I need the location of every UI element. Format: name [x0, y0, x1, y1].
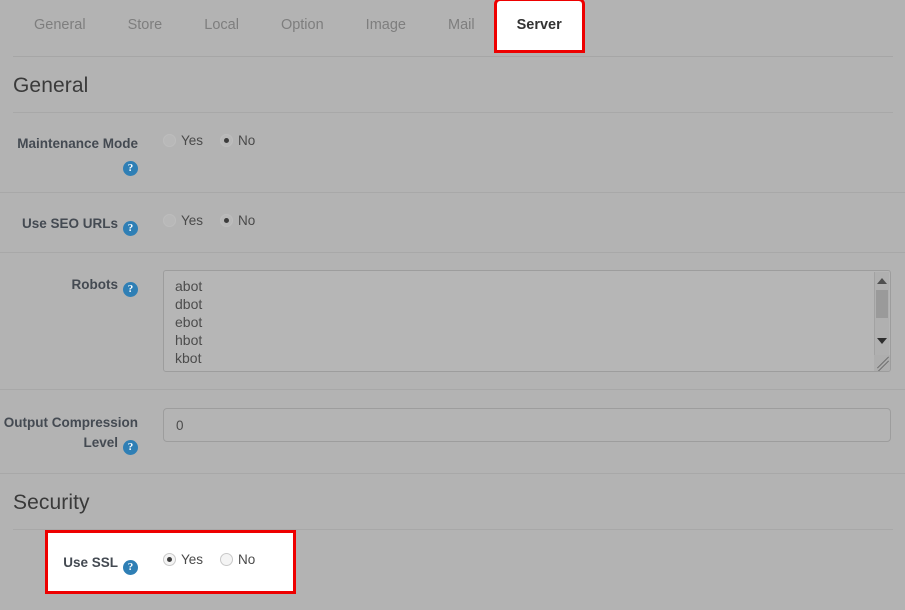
radio-label: No: [238, 133, 256, 148]
settings-tabs: General Store Local Option Image Mail Se…: [0, 0, 905, 57]
label-robots: Robots?: [0, 270, 138, 297]
field-output-compression-level: [138, 408, 905, 442]
label-use-ssl: Use SSL?: [0, 548, 138, 575]
tab-mail[interactable]: Mail: [427, 0, 496, 51]
help-icon-maintenance-mode[interactable]: ?: [123, 161, 138, 176]
radio-group-use-seo-urls: Yes No: [163, 209, 891, 228]
field-robots: abot dbot ebot hbot kbot lbot: [138, 270, 905, 372]
radio-mark-icon: [220, 214, 234, 227]
output-compression-level-input[interactable]: [163, 408, 891, 442]
radio-use-ssl-no[interactable]: No: [220, 552, 255, 567]
label-maintenance-mode: Maintenance Mode?: [0, 129, 138, 176]
radio-group-use-ssl: Yes No: [163, 548, 255, 567]
label-use-seo-urls: Use SEO URLs?: [0, 209, 138, 236]
section-heading-security: Security: [13, 491, 893, 530]
help-icon-use-ssl[interactable]: ?: [123, 560, 138, 575]
radio-mark-icon: [163, 553, 176, 566]
radio-label: Yes: [181, 552, 204, 567]
label-use-ssl-text: Use SSL: [63, 555, 118, 570]
tab-store[interactable]: Store: [107, 0, 184, 51]
section-heading-general: General: [13, 74, 893, 113]
help-icon-robots[interactable]: ?: [123, 282, 138, 297]
radio-maintenance-mode-yes[interactable]: Yes: [163, 133, 203, 148]
tab-option[interactable]: Option: [260, 0, 345, 51]
radio-group-maintenance-mode: Yes No: [163, 129, 891, 148]
field-use-seo-urls: Yes No: [138, 209, 905, 228]
tab-server[interactable]: Server: [493, 0, 585, 53]
scrollbar-thumb[interactable]: [876, 290, 888, 318]
radio-mark-icon: [163, 214, 176, 227]
general-form: Maintenance Mode? Yes No Use SEO URLs ? …: [0, 113, 905, 474]
security-form: Use SSL? Yes No: [0, 530, 905, 594]
help-icon-use-seo-urls[interactable]: ?: [123, 221, 138, 236]
radio-label: Yes: [181, 133, 204, 148]
row-maintenance-mode: Maintenance Mode? Yes No: [0, 113, 905, 193]
label-output-compression-level: Output Compression Level?: [0, 408, 138, 455]
row-use-seo-urls: Use SEO URLs? Yes No: [0, 193, 905, 253]
radio-mark-icon: [220, 553, 234, 566]
help-icon-output-compression-level[interactable]: ?: [123, 440, 138, 455]
radio-label: Yes: [181, 213, 204, 228]
radio-use-seo-urls-yes[interactable]: Yes: [163, 213, 203, 228]
radio-mark-icon: [163, 134, 176, 147]
radio-maintenance-mode-no[interactable]: No: [220, 133, 255, 148]
field-maintenance-mode: Yes No: [138, 129, 905, 148]
radio-label: No: [238, 552, 256, 567]
row-robots: Robots? abot dbot ebot hbot kbot lbot: [0, 253, 905, 390]
resize-grip-icon[interactable]: [874, 355, 890, 371]
scroll-up-arrow-icon[interactable]: [875, 274, 889, 288]
radio-mark-icon: [220, 134, 234, 147]
label-robots-text: Robots: [71, 277, 119, 292]
row-use-ssl: Use SSL? Yes No: [0, 530, 905, 594]
radio-use-ssl-yes[interactable]: Yes: [163, 552, 203, 567]
label-output-compression-level-text: Output Compression Level: [3, 415, 138, 450]
radio-use-seo-urls-no[interactable]: No: [220, 213, 255, 228]
row-output-compression-level: Output Compression Level?: [0, 390, 905, 474]
radio-label: No: [238, 213, 256, 228]
robots-textarea[interactable]: abot dbot ebot hbot kbot lbot: [163, 270, 891, 372]
field-use-ssl: Yes No: [138, 548, 905, 567]
label-maintenance-mode-text: Maintenance Mode: [17, 136, 138, 151]
tab-image[interactable]: Image: [345, 0, 427, 51]
tab-local[interactable]: Local: [183, 0, 260, 51]
robots-textarea-value: abot dbot ebot hbot kbot lbot: [175, 278, 203, 371]
scroll-down-arrow-icon[interactable]: [875, 334, 889, 348]
tab-general[interactable]: General: [13, 0, 107, 51]
label-use-seo-urls-text: Use SEO URLs: [21, 216, 118, 231]
settings-page: General Store Local Option Image Mail Se…: [0, 0, 905, 610]
